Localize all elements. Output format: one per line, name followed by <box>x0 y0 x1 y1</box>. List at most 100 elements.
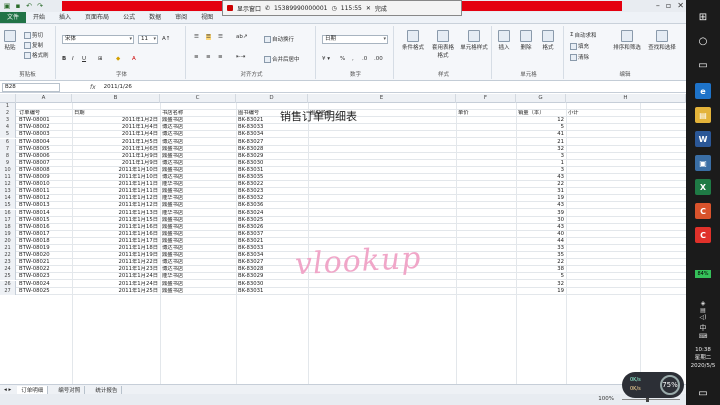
order-id-cell[interactable]: BTW-08022 <box>19 266 71 273</box>
percent-icon[interactable]: % <box>340 56 345 62</box>
shield-icon[interactable]: ◈ <box>686 300 720 307</box>
subtotal-cell[interactable] <box>568 167 638 174</box>
quantity-cell[interactable]: 22 <box>518 259 564 266</box>
price-cell[interactable] <box>458 266 514 273</box>
header-cell[interactable]: 日期 <box>74 110 158 117</box>
book-id-cell[interactable]: BK-83031 <box>238 167 306 174</box>
row-header[interactable]: 4 <box>0 124 16 132</box>
redo-icon[interactable]: ↷ <box>36 2 44 10</box>
task-view-icon[interactable]: ▭ <box>693 56 713 74</box>
quantity-cell[interactable]: 3 <box>518 153 564 160</box>
book-id-cell[interactable]: BK-83028 <box>238 146 306 153</box>
battery-indicator[interactable]: 84% <box>695 270 711 278</box>
sheet-tab[interactable]: 统计报告 <box>91 385 123 394</box>
align-top-icon[interactable]: ☰ <box>194 34 199 40</box>
price-cell[interactable] <box>458 117 514 124</box>
book-name-cell[interactable] <box>310 210 454 217</box>
date-cell[interactable]: 2011年1月15日 <box>74 217 158 224</box>
book-id-cell[interactable]: BK-83029 <box>238 153 306 160</box>
quantity-cell[interactable]: 1 <box>518 160 564 167</box>
quantity-cell[interactable]: 43 <box>518 174 564 181</box>
row-header[interactable]: 3 <box>0 117 16 125</box>
cut-button[interactable]: 剪切 <box>24 31 43 39</box>
subtotal-cell[interactable] <box>568 131 638 138</box>
row-header[interactable]: 22 <box>0 252 16 260</box>
order-id-cell[interactable]: BTW-08009 <box>19 174 71 181</box>
quantity-cell[interactable]: 39 <box>518 210 564 217</box>
subtotal-cell[interactable] <box>568 217 638 224</box>
price-cell[interactable] <box>458 181 514 188</box>
book-name-cell[interactable] <box>310 167 454 174</box>
row-header[interactable]: 13 <box>0 188 16 196</box>
row-header[interactable]: 14 <box>0 195 16 203</box>
book-id-cell[interactable]: BK-83031 <box>238 288 306 295</box>
header-cell[interactable]: 单价 <box>458 110 514 117</box>
date-cell[interactable]: 2011年1月10日 <box>74 174 158 181</box>
column-header[interactable]: D <box>236 94 308 103</box>
store-cell[interactable]: 鼎盛书店 <box>162 238 234 245</box>
date-cell[interactable]: 2011年1月16日 <box>74 224 158 231</box>
order-id-cell[interactable]: BTW-08017 <box>19 231 71 238</box>
conditional-format-button[interactable]: 条件格式 <box>400 30 426 51</box>
row-header[interactable]: 20 <box>0 237 16 245</box>
row-header[interactable]: 25 <box>0 273 16 281</box>
word-icon[interactable]: W <box>693 130 713 148</box>
row-header[interactable]: 19 <box>0 230 16 238</box>
tab-page-layout[interactable]: 页面布局 <box>78 12 116 23</box>
quantity-cell[interactable]: 22 <box>518 181 564 188</box>
row-header[interactable]: 23 <box>0 259 16 267</box>
app-c-red-icon[interactable]: C <box>693 226 713 244</box>
cell-styles-button[interactable]: 单元格样式 <box>460 30 488 51</box>
price-cell[interactable] <box>458 231 514 238</box>
store-cell[interactable]: 隆华书店 <box>162 195 234 202</box>
search-icon[interactable]: ○ <box>693 32 713 50</box>
subtotal-cell[interactable] <box>568 224 638 231</box>
column-header[interactable]: F <box>456 94 516 103</box>
price-cell[interactable] <box>458 167 514 174</box>
fill-color-icon[interactable]: ◆ <box>116 56 120 62</box>
subtotal-cell[interactable] <box>568 259 638 266</box>
subtotal-cell[interactable] <box>568 252 638 259</box>
price-cell[interactable] <box>458 281 514 288</box>
select-all-corner[interactable] <box>0 94 16 103</box>
book-name-cell[interactable] <box>310 174 454 181</box>
grow-font-icon[interactable]: A↑ <box>162 36 170 42</box>
store-cell[interactable]: 鼎盛书店 <box>162 153 234 160</box>
book-id-cell[interactable]: BK-83037 <box>238 231 306 238</box>
recorder-label[interactable]: 显示窗口 <box>237 4 261 13</box>
worksheet-grid[interactable]: A B C D E F G H 1 2 订单编号 日期 书店名称 图书编号 图书名称 单价 销量… <box>0 94 686 384</box>
currency-icon[interactable]: ¥ ▾ <box>322 56 330 62</box>
book-id-cell[interactable]: BK-83033 <box>238 124 306 131</box>
function-icon[interactable]: fx <box>90 84 96 91</box>
order-id-cell[interactable]: BTW-08005 <box>19 146 71 153</box>
row-header[interactable]: 7 <box>0 145 16 153</box>
recorder-stop-button[interactable]: 完成 <box>375 4 387 13</box>
file-explorer-icon[interactable]: ▤ <box>693 106 713 124</box>
date-cell[interactable]: 2011年1月4日 <box>74 131 158 138</box>
quantity-cell[interactable]: 43 <box>518 224 564 231</box>
quantity-cell[interactable]: 43 <box>518 202 564 209</box>
price-cell[interactable] <box>458 252 514 259</box>
date-cell[interactable]: 2011年1月19日 <box>74 252 158 259</box>
price-cell[interactable] <box>458 238 514 245</box>
quantity-cell[interactable]: 30 <box>518 217 564 224</box>
find-select-button[interactable]: 查找和选择 <box>646 30 678 51</box>
row-header[interactable]: 18 <box>0 223 16 231</box>
bold-icon[interactable]: B <box>62 56 66 62</box>
quantity-cell[interactable]: 44 <box>518 238 564 245</box>
font-name-combo[interactable]: 宋体 <box>62 35 134 44</box>
ime-indicator[interactable]: 中 <box>686 323 720 333</box>
price-cell[interactable] <box>458 273 514 280</box>
store-cell[interactable]: 博达书店 <box>162 139 234 146</box>
subtotal-cell[interactable] <box>568 288 638 295</box>
undo-icon[interactable]: ↶ <box>25 2 33 10</box>
book-name-cell[interactable] <box>310 202 454 209</box>
book-name-cell[interactable] <box>310 217 454 224</box>
header-cell[interactable]: 订单编号 <box>19 110 71 117</box>
order-id-cell[interactable]: BTW-08008 <box>19 167 71 174</box>
order-id-cell[interactable]: BTW-08013 <box>19 202 71 209</box>
row-header[interactable]: 12 <box>0 181 16 189</box>
formula-input[interactable]: 2011/1/26 <box>104 84 132 90</box>
book-name-cell[interactable] <box>310 146 454 153</box>
order-id-cell[interactable]: BTW-08025 <box>19 288 71 295</box>
